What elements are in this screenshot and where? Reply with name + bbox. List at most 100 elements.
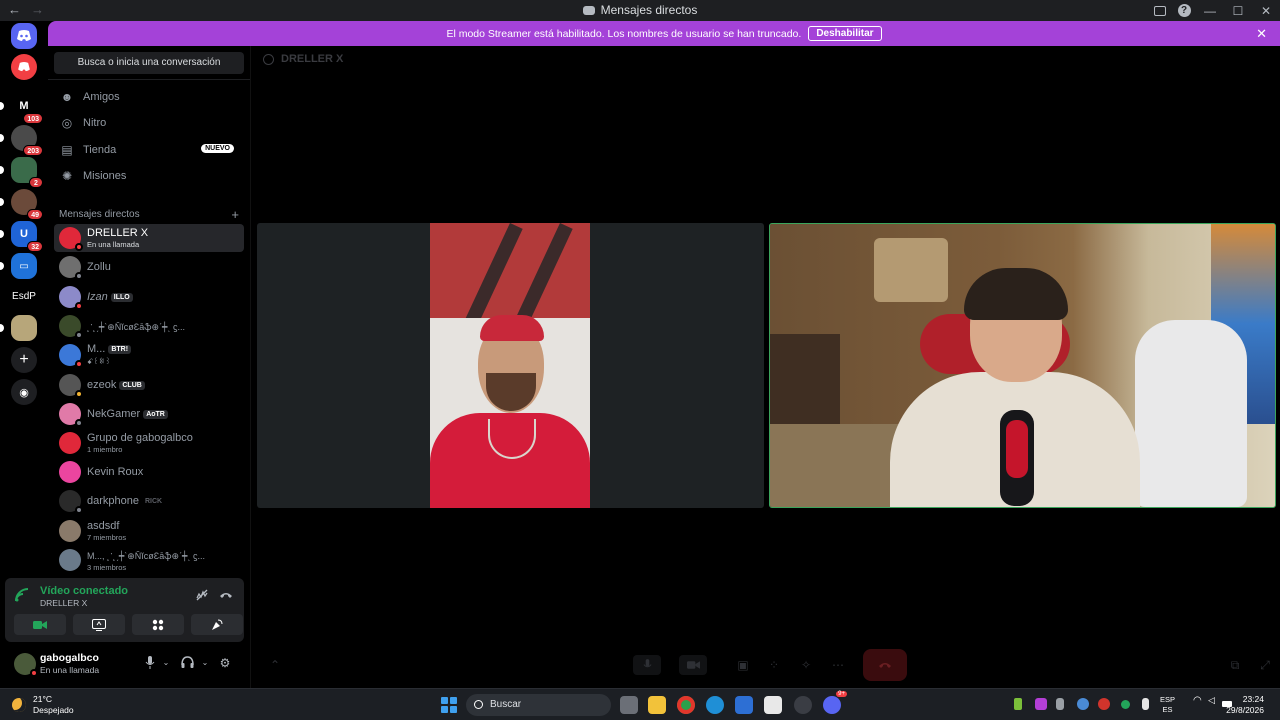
close-icon[interactable]: ✕ — [1256, 26, 1267, 42]
obs-icon[interactable] — [794, 696, 812, 714]
call-camera-button[interactable] — [679, 655, 707, 675]
maximize-button[interactable]: ☐ — [1224, 0, 1252, 21]
popout-icon[interactable]: ⧉ — [1221, 655, 1249, 675]
status-icon[interactable] — [1121, 700, 1130, 709]
dm-item-nicolas[interactable]: ˛ॱ˛ˏ┿ˋ⊕ŇĭcøƐāֆ⊕ˊ┿ˎ ϛ... — [54, 312, 244, 340]
screen-share-button[interactable] — [73, 614, 125, 635]
soundboard-button[interactable] — [191, 614, 243, 635]
create-dm-button[interactable]: + — [231, 207, 239, 222]
username[interactable]: gabogalbco — [40, 652, 99, 664]
dm-item-kevin-roux[interactable]: Kevin Roux — [54, 458, 244, 486]
clock[interactable]: 23:24 29/8/2026 — [1226, 694, 1264, 716]
help-icon[interactable]: ? — [1172, 0, 1196, 21]
dm-header: Mensajes directos + — [59, 207, 239, 222]
status-dot — [30, 669, 38, 677]
nav-quests[interactable]: ✺ Misiones — [54, 163, 244, 189]
avatar — [59, 461, 81, 483]
camera-button[interactable] — [14, 614, 66, 635]
plus-icon: + — [19, 351, 29, 368]
weather-widget[interactable]: 21°C Despejado — [12, 694, 74, 716]
nav-shop[interactable]: ▤ Tienda NUEVO — [54, 137, 244, 163]
status-dot — [75, 331, 83, 339]
dm-item-m[interactable]: M... BTR! ꗃ꒰ꉈ꒱ — [54, 341, 244, 369]
tray-microphone-icon[interactable] — [1142, 698, 1149, 710]
add-server-button[interactable]: + — [11, 347, 37, 373]
dm-item-darkphone[interactable]: darkphone RICK — [54, 487, 244, 515]
video-tile-self[interactable] — [769, 223, 1276, 508]
minimize-button[interactable]: — — [1196, 0, 1224, 21]
status-dot — [75, 506, 83, 514]
dm-item-group-m[interactable]: M..., ˛ॱ˛ˏ┿ˋ⊕ŇĭcøƐāֆ⊕ˊ┿ˎ ϛ... 3 miembros — [54, 546, 244, 574]
nav-nitro[interactable]: ◎ Nitro — [54, 110, 244, 136]
wifi-icon[interactable]: ◠ — [1193, 695, 1205, 707]
chevron-up-icon[interactable]: ⌃ — [261, 655, 289, 675]
explore-button[interactable]: ◉ — [11, 379, 37, 405]
dm-item-asdsdf[interactable]: asdsdf 7 miembros — [54, 517, 244, 545]
chrome-icon[interactable] — [677, 696, 695, 714]
usb-icon[interactable] — [1056, 698, 1064, 710]
call-activities-icon[interactable]: ⁘ — [760, 655, 788, 675]
activities-button[interactable] — [132, 614, 184, 635]
inbox-icon[interactable] — [1148, 0, 1172, 21]
search-conversation-button[interactable]: Busca o inicia una conversación — [54, 52, 244, 74]
discord-taskbar-icon[interactable]: 9+ — [823, 691, 847, 714]
nitro-icon: ◎ — [61, 116, 73, 130]
edge-icon[interactable] — [706, 696, 724, 714]
file-explorer-icon[interactable] — [648, 696, 666, 714]
dm-item-zollu[interactable]: Zollu — [54, 253, 244, 281]
video-tile-remote[interactable] — [257, 223, 764, 508]
avatar — [59, 344, 83, 368]
language-indicator[interactable]: ESP ES — [1160, 695, 1175, 715]
clan-tag: BTR! — [108, 344, 132, 354]
server-2[interactable]: 203 — [0, 125, 43, 156]
discord-home-icon[interactable] — [11, 23, 37, 49]
disconnect-icon[interactable] — [219, 588, 233, 602]
date: 29/8/2026 — [1226, 705, 1264, 715]
volume-icon[interactable]: ◁ — [1208, 695, 1220, 707]
mic-options-chevron-down-icon[interactable]: ⌄ — [159, 656, 173, 670]
tray-app-icon[interactable] — [1035, 698, 1047, 710]
dm-item-nekgamer[interactable]: NekGamer AoTR — [54, 400, 244, 428]
mail-icon[interactable] — [735, 696, 753, 714]
dm-item-ezeok[interactable]: ezeok CLUB — [54, 371, 244, 399]
nav-friends[interactable]: ☻ Amigos — [54, 84, 244, 110]
call-mic-button[interactable] — [633, 655, 661, 675]
server-4[interactable]: 49 — [0, 189, 43, 220]
server-3[interactable]: 2 — [0, 157, 43, 188]
settings-gear-icon[interactable]: ⚙ — [218, 656, 232, 670]
call-screen-share-icon[interactable]: ▣ — [729, 655, 757, 675]
server-u[interactable]: U 32 — [0, 221, 43, 252]
unread-badge: 203 — [23, 145, 43, 156]
server-esdp[interactable]: EsdP — [11, 283, 37, 309]
noise-suppression-icon[interactable] — [195, 588, 209, 602]
tray-settings-icon[interactable] — [1077, 698, 1089, 710]
more-options-icon[interactable]: ⋯ — [824, 655, 852, 675]
tray-record-icon[interactable] — [1098, 698, 1110, 710]
signal-icon[interactable] — [14, 587, 32, 605]
server-m[interactable]: M 103 — [0, 93, 43, 124]
status-dot — [75, 243, 83, 251]
clan-tag: AoTR — [143, 409, 168, 419]
dm-item-izan[interactable]: Izan ILLO — [54, 283, 244, 311]
taskbar-search[interactable]: Buscar — [466, 694, 611, 716]
dm-item-dreller-x[interactable]: DRELLER X En una llamada — [54, 224, 244, 252]
server-8[interactable] — [0, 315, 37, 341]
close-window-button[interactable]: ✕ — [1252, 0, 1280, 21]
nitro-server-icon[interactable] — [11, 54, 37, 80]
server-6[interactable]: ▭ — [0, 253, 37, 279]
voice-channel-name[interactable]: DRELLER X — [40, 598, 87, 608]
microphone-icon[interactable] — [143, 656, 157, 670]
disable-streamer-button[interactable]: Deshabilitar — [808, 26, 882, 41]
headphones-icon[interactable] — [180, 656, 194, 670]
task-view-icon[interactable] — [620, 696, 638, 714]
dm-item-group-gabogalbco[interactable]: Grupo de gabogalbco 1 miembro — [54, 429, 244, 457]
store-icon[interactable] — [764, 696, 782, 714]
title-bar: ← → Mensajes directos ? — ☐ ✕ — [0, 0, 1280, 21]
headphone-options-chevron-down-icon[interactable]: ⌄ — [198, 656, 212, 670]
user-avatar[interactable] — [14, 653, 38, 677]
start-button[interactable] — [441, 697, 457, 713]
call-soundboard-icon[interactable]: ✧ — [792, 655, 820, 675]
nvidia-icon[interactable] — [1014, 698, 1022, 710]
fullscreen-icon[interactable]: ⤢ — [1251, 655, 1279, 675]
hang-up-button[interactable] — [863, 649, 907, 681]
